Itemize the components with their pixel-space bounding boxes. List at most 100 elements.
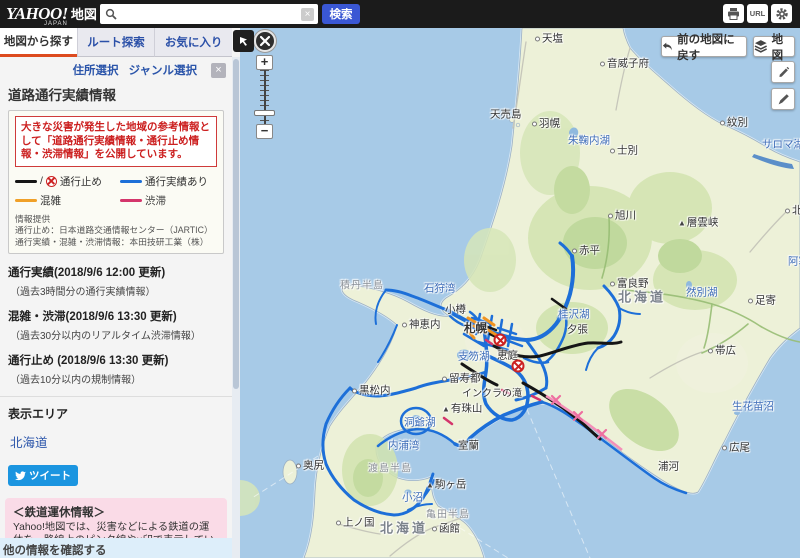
twitter-bird-icon bbox=[15, 471, 26, 481]
provider-info: 情報提供 通行止め：日本道路交通情報センター（JARTIC） 通行実績・混雑・渋… bbox=[15, 214, 217, 248]
address-select-link[interactable]: 住所選択 bbox=[73, 62, 119, 78]
map-label: 洞爺湖 bbox=[404, 415, 436, 430]
jam-swatch bbox=[120, 199, 142, 202]
yahoo-japan-logo[interactable]: YAHOO! JAPAN 地図 bbox=[6, 4, 98, 24]
map-label: 朱鞠内湖 bbox=[568, 133, 610, 148]
search-box: × bbox=[100, 4, 318, 24]
tweet-button[interactable]: ツイート bbox=[8, 465, 78, 486]
map-label: インクラの滝 bbox=[462, 385, 522, 400]
legend-item-closed: / 通行止め bbox=[15, 174, 120, 189]
legend-item-jam: 渋滞 bbox=[120, 193, 217, 208]
road-closed-marker bbox=[494, 334, 507, 347]
panel-close-icon[interactable]: × bbox=[211, 63, 226, 78]
scrollbar-thumb[interactable] bbox=[233, 59, 239, 389]
map-label: 北見 bbox=[785, 203, 800, 218]
map-label: 生花苗沼 bbox=[732, 399, 774, 414]
map-label: 音威子府 bbox=[600, 56, 649, 71]
legend: / 通行止め 通行実績あり 混雑 渋滞 bbox=[15, 174, 217, 208]
map-label: ▲層雲峡 bbox=[678, 215, 718, 230]
map-label: 羽幌 bbox=[532, 116, 560, 131]
map-label: ▲有珠山 bbox=[442, 401, 482, 416]
map-label: 札幌 bbox=[464, 320, 487, 336]
map-label: ▲駒ヶ岳 bbox=[426, 477, 466, 492]
collapse-arrow-icon bbox=[238, 35, 250, 47]
no-entry-icon bbox=[46, 176, 57, 187]
okushiri-island bbox=[283, 460, 297, 484]
genre-select-link[interactable]: ジャンル選択 bbox=[129, 62, 197, 78]
search-button[interactable]: 検索 bbox=[322, 4, 360, 24]
map-label: 紋別 bbox=[720, 115, 748, 130]
map-label: 北海道 bbox=[618, 287, 666, 306]
tab-map-search[interactable]: 地図から探す bbox=[0, 28, 77, 57]
area-link-hokkaido[interactable]: 北海道 bbox=[0, 422, 232, 451]
zoom-out-button[interactable]: − bbox=[256, 124, 273, 139]
road-closed-marker bbox=[512, 360, 525, 373]
search-icon bbox=[105, 8, 117, 20]
update-title-jam: 混雑・渋滞(2018/9/6 13:30 更新) bbox=[0, 298, 232, 324]
map-label: 石狩湾 bbox=[424, 281, 456, 296]
map-label: 然別湖 bbox=[686, 285, 718, 300]
pencil-ruler-icon bbox=[777, 93, 790, 106]
search-clear-icon[interactable]: × bbox=[301, 8, 314, 21]
map-label: 函館 bbox=[432, 521, 460, 536]
settings-button[interactable] bbox=[771, 4, 792, 23]
map-layers-button[interactable]: 地図 bbox=[753, 36, 795, 57]
map-label: 士別 bbox=[610, 143, 638, 158]
legend-item-open: 通行実績あり bbox=[120, 174, 217, 189]
map-label: 天売島 bbox=[490, 107, 522, 122]
measure-tool-button[interactable] bbox=[771, 88, 795, 110]
map-label: 積丹半島 bbox=[340, 277, 384, 292]
logo-map-text: 地図 bbox=[71, 4, 97, 23]
map-label: 室蘭 bbox=[458, 438, 479, 453]
map-label: 阿寒湖 bbox=[788, 254, 800, 269]
print-button[interactable] bbox=[723, 4, 744, 23]
map-label: 渡島半島 bbox=[368, 460, 412, 475]
tab-favorites[interactable]: お気に入り bbox=[154, 28, 232, 57]
back-to-previous-map-button[interactable]: 前の地図に戻す bbox=[661, 36, 747, 57]
map-label: 足寄 bbox=[748, 293, 776, 308]
update-title-closed: 通行止め (2018/9/6 13:30 更新) bbox=[0, 342, 232, 368]
map-label: 神恵内 bbox=[402, 317, 441, 332]
sidebar-collapse-button[interactable] bbox=[233, 30, 254, 52]
map-canvas[interactable]: 天塩音威子府天売島羽幌紋別朱鞠内湖サロマ湖士別旭川▲層雲峡北見赤平阿寒湖積丹半島… bbox=[240, 28, 800, 558]
pencil-icon bbox=[777, 66, 790, 79]
gear-icon bbox=[775, 7, 789, 21]
update-note-jam: （過去30分以内のリアルタイム渋滞情報） bbox=[0, 324, 232, 342]
sidebar-panel: 住所選択 ジャンル選択 × 道路通行実績情報 大きな災害が発生した地域の参考情報… bbox=[0, 57, 232, 558]
map-label: 赤平 bbox=[572, 243, 600, 258]
map-label: 桂沢湖 bbox=[558, 307, 590, 322]
update-title-results: 通行実績(2018/9/6 12:00 更新) bbox=[0, 254, 232, 280]
zoom-slider-handle[interactable] bbox=[254, 110, 275, 116]
map-label: 支笏湖 bbox=[458, 349, 490, 364]
map-label: 亀田半島 bbox=[426, 506, 470, 521]
printer-icon bbox=[727, 8, 740, 20]
pan-control[interactable] bbox=[254, 30, 276, 52]
rail-panel-title: ＜鉄道運休情報＞ bbox=[13, 504, 219, 520]
panel-title: 道路通行実績情報 bbox=[0, 82, 232, 110]
select-row: 住所選択 ジャンル選択 × bbox=[0, 57, 232, 82]
map-label: 奥尻 bbox=[296, 458, 324, 473]
map-label: 黒松内 bbox=[352, 383, 391, 398]
map-label: 小樽 bbox=[445, 302, 466, 317]
draw-tool-button[interactable] bbox=[771, 61, 795, 83]
other-info-heading[interactable]: 他の情報を確認する bbox=[0, 538, 232, 558]
map-label: 内浦湾 bbox=[388, 438, 420, 453]
open-swatch bbox=[120, 180, 142, 183]
zoom-in-button[interactable]: + bbox=[256, 55, 273, 70]
tab-route-search[interactable]: ルート探索 bbox=[77, 28, 155, 57]
map-label: 天塩 bbox=[535, 31, 563, 46]
layers-icon bbox=[754, 40, 768, 53]
logo-japan-text: JAPAN bbox=[44, 21, 68, 27]
search-input[interactable] bbox=[117, 7, 301, 21]
pan-arrows-icon bbox=[259, 35, 271, 47]
url-button[interactable]: URL bbox=[747, 4, 768, 23]
back-arrow-icon bbox=[662, 41, 673, 52]
top-bar: YAHOO! JAPAN 地図 × 検索 URL bbox=[0, 0, 800, 28]
map-label: 小沼 bbox=[402, 490, 423, 505]
legend-box: 大きな災害が発生した地域の参考情報として「道路通行実績情報・通行止め情報・渋滞情… bbox=[8, 110, 224, 254]
sidebar-scrollbar[interactable] bbox=[232, 57, 240, 558]
closed-swatch bbox=[15, 180, 37, 183]
congested-swatch bbox=[15, 199, 37, 202]
map-label: 北海道 bbox=[380, 518, 428, 537]
sidebar-tabs: 地図から探す ルート探索 お気に入り bbox=[0, 28, 232, 57]
